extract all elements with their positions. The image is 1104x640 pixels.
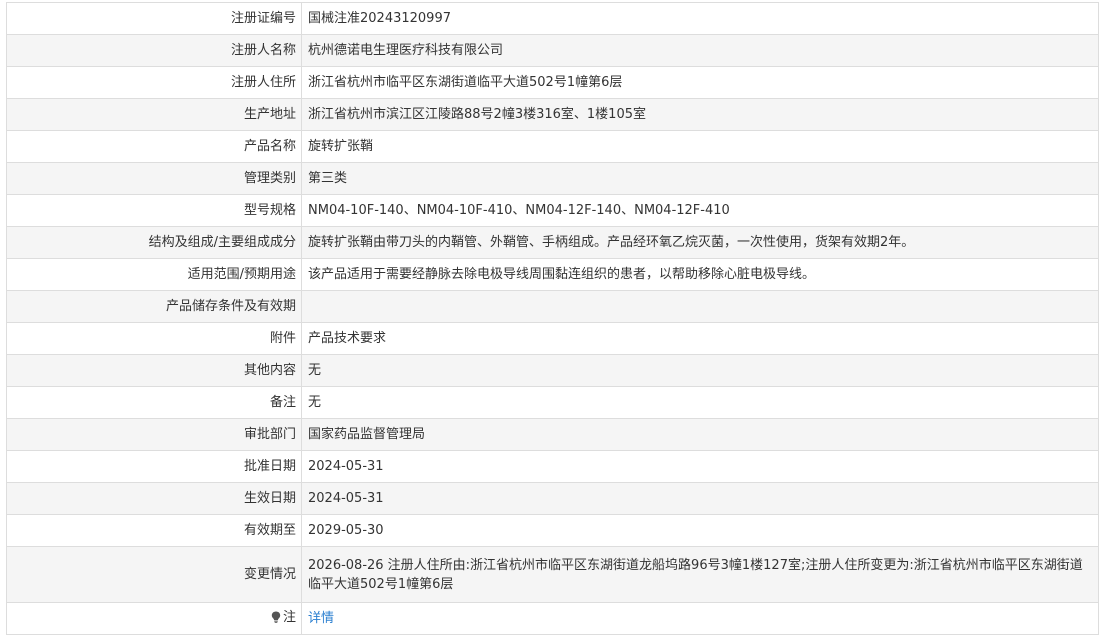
row-label: 结构及组成/主要组成成分 — [6, 226, 302, 259]
note-label-cell: 注 — [6, 602, 302, 635]
row-label: 生效日期 — [6, 482, 302, 515]
row-storage-conditions: 产品储存条件及有效期 — [6, 290, 1099, 323]
row-note: 注 详情 — [6, 602, 1099, 635]
row-value: 浙江省杭州市临平区东湖街道临平大道502号1幢第6层 — [301, 66, 1099, 99]
detail-container: 注册证编号 国械注准20243120997 注册人名称 杭州德诺电生理医疗科技有… — [0, 0, 1104, 635]
row-label: 附件 — [6, 322, 302, 355]
row-value: 杭州德诺电生理医疗科技有限公司 — [301, 34, 1099, 67]
note-label-text: 注 — [282, 609, 296, 625]
row-label: 型号规格 — [6, 194, 302, 227]
row-remarks: 备注 无 — [6, 386, 1099, 419]
row-label: 其他内容 — [6, 354, 302, 387]
row-approval-department: 审批部门 国家药品监督管理局 — [6, 418, 1099, 451]
row-production-address: 生产地址 浙江省杭州市滨江区江陵路88号2幢3楼316室、1楼105室 — [6, 98, 1099, 131]
row-registration-number: 注册证编号 国械注准20243120997 — [6, 2, 1099, 35]
row-label: 备注 — [6, 386, 302, 419]
note-label: 注 — [271, 608, 296, 627]
lightbulb-icon — [271, 611, 281, 624]
row-value: 2024-05-31 — [301, 482, 1099, 515]
row-effective-date: 生效日期 2024-05-31 — [6, 482, 1099, 515]
row-value: 产品技术要求 — [301, 322, 1099, 355]
details-link[interactable]: 详情 — [308, 611, 334, 626]
row-label: 注册人住所 — [6, 66, 302, 99]
row-model-spec: 型号规格 NM04-10F-140、NM04-10F-410、NM04-12F-… — [6, 194, 1099, 227]
row-value: 该产品适用于需要经静脉去除电极导线周围黏连组织的患者，以帮助移除心脏电极导线。 — [301, 258, 1099, 291]
row-value: 2026-08-26 注册人住所由:浙江省杭州市临平区东湖街道龙船坞路96号3幢… — [301, 546, 1099, 603]
row-value: 旋转扩张鞘 — [301, 130, 1099, 163]
row-management-category: 管理类别 第三类 — [6, 162, 1099, 195]
note-value-cell: 详情 — [301, 602, 1099, 635]
row-label: 审批部门 — [6, 418, 302, 451]
row-value: NM04-10F-140、NM04-10F-410、NM04-12F-140、N… — [301, 194, 1099, 227]
row-label: 产品储存条件及有效期 — [6, 290, 302, 323]
row-label: 有效期至 — [6, 514, 302, 547]
row-label: 产品名称 — [6, 130, 302, 163]
row-label: 注册证编号 — [6, 2, 302, 35]
registration-detail-table: 注册证编号 国械注准20243120997 注册人名称 杭州德诺电生理医疗科技有… — [6, 2, 1099, 635]
row-valid-until: 有效期至 2029-05-30 — [6, 514, 1099, 547]
row-value: 国家药品监督管理局 — [301, 418, 1099, 451]
row-structure-composition: 结构及组成/主要组成成分 旋转扩张鞘由带刀头的内鞘管、外鞘管、手柄组成。产品经环… — [6, 226, 1099, 259]
row-value: 无 — [301, 386, 1099, 419]
row-label: 管理类别 — [6, 162, 302, 195]
row-registrant-address: 注册人住所 浙江省杭州市临平区东湖街道临平大道502号1幢第6层 — [6, 66, 1099, 99]
row-attachment: 附件 产品技术要求 — [6, 322, 1099, 355]
row-label: 批准日期 — [6, 450, 302, 483]
row-value: 旋转扩张鞘由带刀头的内鞘管、外鞘管、手柄组成。产品经环氧乙烷灭菌，一次性使用，货… — [301, 226, 1099, 259]
row-value: 浙江省杭州市滨江区江陵路88号2幢3楼316室、1楼105室 — [301, 98, 1099, 131]
row-registrant-name: 注册人名称 杭州德诺电生理医疗科技有限公司 — [6, 34, 1099, 67]
row-value: 2029-05-30 — [301, 514, 1099, 547]
row-label: 适用范围/预期用途 — [6, 258, 302, 291]
row-product-name: 产品名称 旋转扩张鞘 — [6, 130, 1099, 163]
row-label: 变更情况 — [6, 546, 302, 603]
row-value: 国械注准20243120997 — [301, 2, 1099, 35]
row-value — [301, 290, 1099, 323]
row-other-content: 其他内容 无 — [6, 354, 1099, 387]
row-approval-date: 批准日期 2024-05-31 — [6, 450, 1099, 483]
row-label: 生产地址 — [6, 98, 302, 131]
row-value: 2024-05-31 — [301, 450, 1099, 483]
row-value: 第三类 — [301, 162, 1099, 195]
row-intended-use: 适用范围/预期用途 该产品适用于需要经静脉去除电极导线周围黏连组织的患者，以帮助… — [6, 258, 1099, 291]
row-change-history: 变更情况 2026-08-26 注册人住所由:浙江省杭州市临平区东湖街道龙船坞路… — [6, 546, 1099, 603]
row-value: 无 — [301, 354, 1099, 387]
row-label: 注册人名称 — [6, 34, 302, 67]
